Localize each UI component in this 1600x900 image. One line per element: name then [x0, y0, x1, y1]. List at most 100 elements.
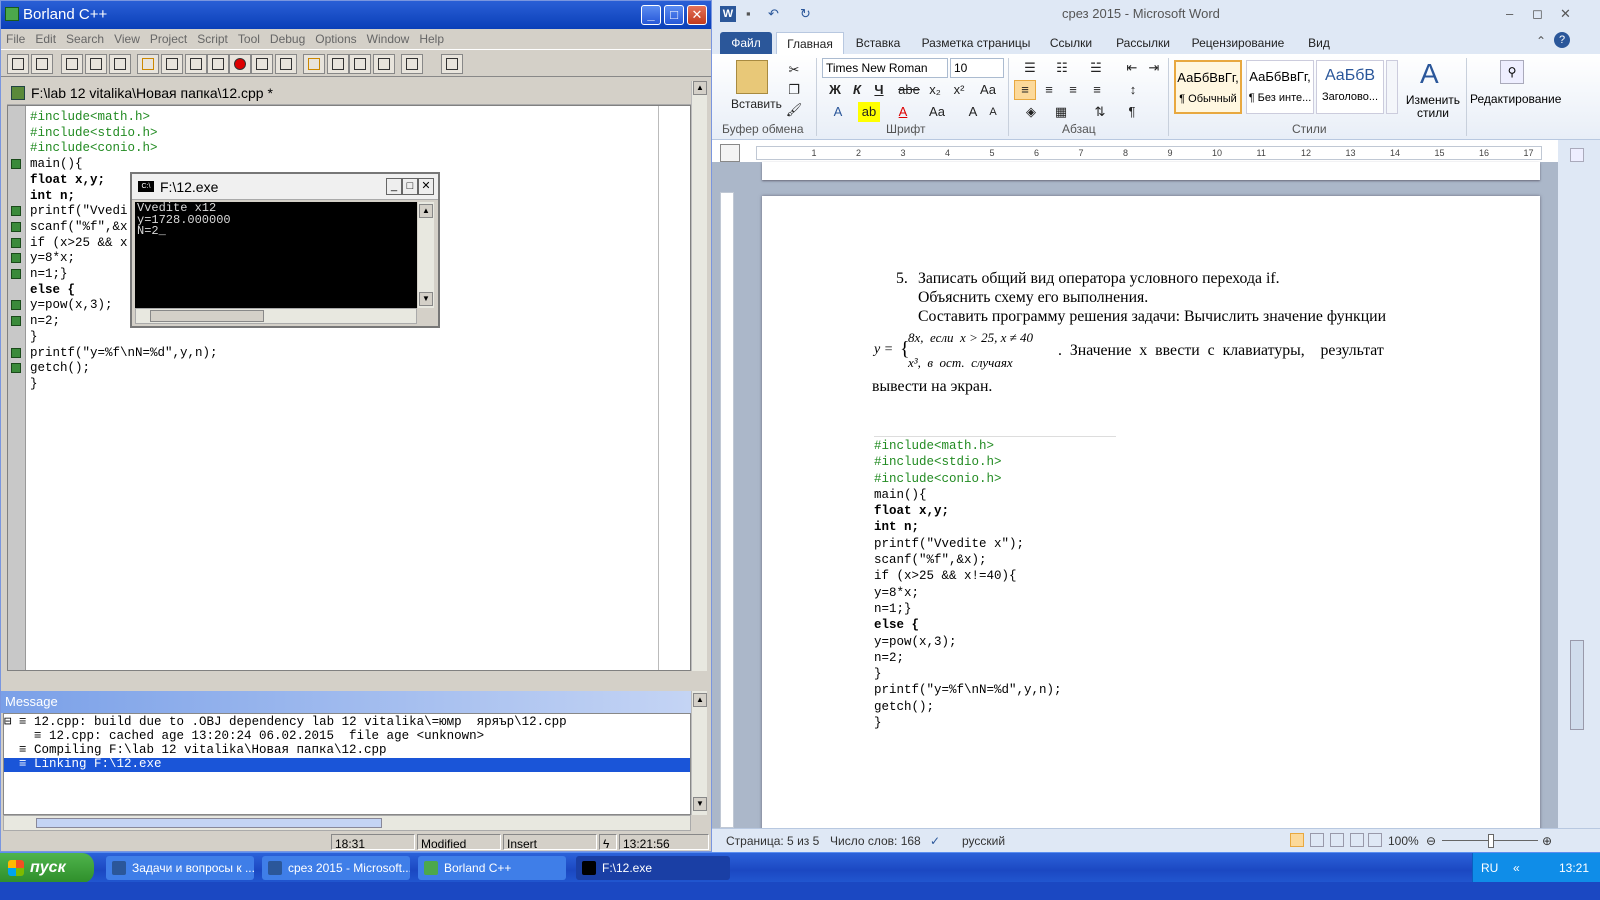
print-layout-icon[interactable]	[1290, 833, 1304, 847]
scroll-thumb[interactable]	[36, 818, 382, 828]
minimize-button[interactable]: _	[641, 5, 661, 25]
breakpoint-marker-icon[interactable]	[11, 300, 21, 311]
console-maximize-button[interactable]: □	[402, 178, 418, 195]
replace-icon[interactable]	[373, 54, 395, 74]
save-icon[interactable]: ▪	[746, 0, 751, 28]
breakpoint-marker-icon[interactable]	[11, 269, 21, 279]
zoom-in-icon[interactable]: ⊕	[1542, 829, 1552, 853]
message-title-bar[interactable]: Message	[1, 691, 691, 713]
grow-font-icon[interactable]: A	[964, 102, 982, 122]
breakpoint-marker-icon[interactable]	[11, 206, 21, 217]
outline-icon[interactable]	[1350, 833, 1364, 847]
word-title-bar[interactable]: W ▪ ↶ ↻ срез 2015 - Microsoft Word – ◻ ✕	[712, 0, 1600, 28]
underline-button[interactable]: Ч	[870, 80, 888, 100]
build-icon[interactable]	[161, 54, 183, 74]
undo-icon[interactable]: ↶	[768, 0, 779, 28]
view-ruler-icon[interactable]	[1570, 148, 1584, 162]
message-row[interactable]: ≡ Compiling F:\lab 12 vitalika\Новая пап…	[4, 743, 690, 758]
word-maximize-button[interactable]: ◻	[1532, 0, 1543, 28]
tab-page-layout[interactable]: Разметка страницы	[920, 32, 1032, 54]
menu-window[interactable]: Window	[362, 29, 415, 49]
font-size-select[interactable]: 10	[950, 58, 1004, 78]
ribbon-collapse-icon[interactable]: ⌃	[1536, 34, 1546, 48]
document-area[interactable]: 5. Записать общий вид оператора условног…	[712, 162, 1558, 836]
change-case-icon[interactable]: Aa	[924, 102, 950, 122]
redo-icon[interactable]: ↻	[800, 0, 811, 28]
format-painter-icon[interactable]: 🖌	[784, 100, 804, 120]
font-color-icon[interactable]: A	[892, 102, 914, 122]
clear-format-icon[interactable]: Aa	[976, 80, 1000, 100]
numbering-icon[interactable]: ☷	[1050, 58, 1074, 78]
full-screen-icon[interactable]	[1310, 833, 1324, 847]
breakpoint-marker-icon[interactable]	[11, 363, 21, 374]
console-window[interactable]: C:\ F:\12.exe _ □ ✕ Vvedite x12 y=1728.0…	[130, 172, 440, 328]
style-heading[interactable]: АаБбВ Заголово...	[1316, 60, 1384, 114]
word-minimize-button[interactable]: –	[1506, 0, 1513, 28]
scroll-up-icon[interactable]: ▲	[693, 81, 707, 95]
menu-project[interactable]: Project	[145, 29, 192, 49]
shrink-font-icon[interactable]: A	[984, 102, 1002, 122]
breakpoint-marker-icon[interactable]	[11, 316, 21, 327]
close-button[interactable]: ✕	[687, 5, 707, 25]
font-name-select[interactable]: Times New Roman	[822, 58, 948, 78]
word-close-button[interactable]: ✕	[1560, 0, 1571, 28]
menu-file[interactable]: File	[1, 29, 30, 49]
increase-indent-icon[interactable]: ⇥	[1144, 58, 1164, 78]
console-output[interactable]: Vvedite x12 y=1728.000000 N=2_	[135, 202, 417, 308]
input-language[interactable]: RU	[1481, 853, 1498, 883]
superscript-button[interactable]: x²	[950, 80, 968, 100]
tool-icon[interactable]	[327, 54, 349, 74]
editor-vertical-scrollbar[interactable]: ▲	[691, 81, 707, 671]
save-icon[interactable]	[61, 54, 83, 74]
open-project-icon[interactable]	[31, 54, 53, 74]
shading-icon[interactable]: ◈	[1018, 102, 1044, 122]
draft-icon[interactable]	[1368, 833, 1382, 847]
word-count[interactable]: Число слов: 168	[830, 829, 921, 853]
message-row-selected[interactable]: ≡ Linking F:\12.exe	[4, 757, 690, 772]
watch-icon[interactable]	[275, 54, 297, 74]
highlight-color-icon[interactable]: ab	[858, 102, 880, 122]
page-counter[interactable]: Страница: 5 из 5	[726, 829, 819, 853]
word-vertical-scrollbar[interactable]	[1558, 140, 1600, 830]
stop-icon[interactable]	[229, 54, 251, 74]
change-styles-icon[interactable]: A	[1420, 58, 1439, 90]
menu-options[interactable]: Options	[310, 29, 361, 49]
menu-tool[interactable]: Tool	[233, 29, 265, 49]
editor-title-bar[interactable]: F:\lab 12 vitalika\Новая папка\12.cpp *	[7, 81, 691, 105]
subscript-button[interactable]: x₂	[926, 80, 944, 100]
console-close-button[interactable]: ✕	[418, 178, 434, 195]
scroll-up-icon[interactable]: ▲	[419, 204, 433, 218]
zoom-slider-thumb[interactable]	[1488, 834, 1494, 848]
breakpoint-marker-icon[interactable]	[11, 347, 21, 358]
align-right-button[interactable]: ≡	[1062, 80, 1084, 100]
console-horizontal-scrollbar[interactable]	[135, 308, 417, 324]
line-spacing-icon[interactable]: ↕	[1120, 80, 1146, 100]
breakpoint-marker-icon[interactable]	[11, 253, 21, 264]
scroll-thumb[interactable]	[1570, 640, 1584, 730]
folder-icon[interactable]	[401, 54, 423, 74]
strikethrough-button[interactable]: abe	[896, 80, 922, 100]
bold-button[interactable]: Ж	[826, 80, 844, 100]
message-panel[interactable]: ⊟ ≡ 12.cpp: build due to .OBJ dependency…	[3, 713, 691, 815]
taskbar-item-active[interactable]: F:\12.exe	[576, 856, 730, 880]
tab-home[interactable]: Главная	[776, 32, 844, 54]
console-vertical-scrollbar[interactable]: ▲ ▼	[418, 202, 434, 308]
tray-expand-icon[interactable]: «	[1513, 853, 1520, 883]
tab-references[interactable]: Ссылки	[1046, 32, 1096, 54]
styles-scroll[interactable]	[1386, 60, 1398, 114]
align-left-button[interactable]: ≡	[1014, 80, 1036, 100]
help-pointer-icon[interactable]	[441, 54, 463, 74]
paste-icon[interactable]	[736, 60, 768, 94]
taskbar-item[interactable]: срез 2015 - Microsoft...	[262, 856, 410, 880]
console-title-bar[interactable]: C:\ F:\12.exe _ □ ✕	[132, 174, 438, 200]
tab-insert[interactable]: Вставка	[850, 32, 906, 54]
breakpoint-marker-icon[interactable]	[11, 237, 21, 248]
copy-icon[interactable]: ❐	[784, 80, 804, 100]
highlight-icon[interactable]	[303, 54, 325, 74]
multilevel-list-icon[interactable]: ☱	[1084, 58, 1108, 78]
zoom-level[interactable]: 100%	[1388, 829, 1419, 853]
menu-help[interactable]: Help	[414, 29, 449, 49]
spell-check-icon[interactable]: ✓	[930, 829, 940, 853]
make-icon[interactable]	[137, 54, 159, 74]
taskbar-item[interactable]: Задачи и вопросы к ...	[106, 856, 254, 880]
